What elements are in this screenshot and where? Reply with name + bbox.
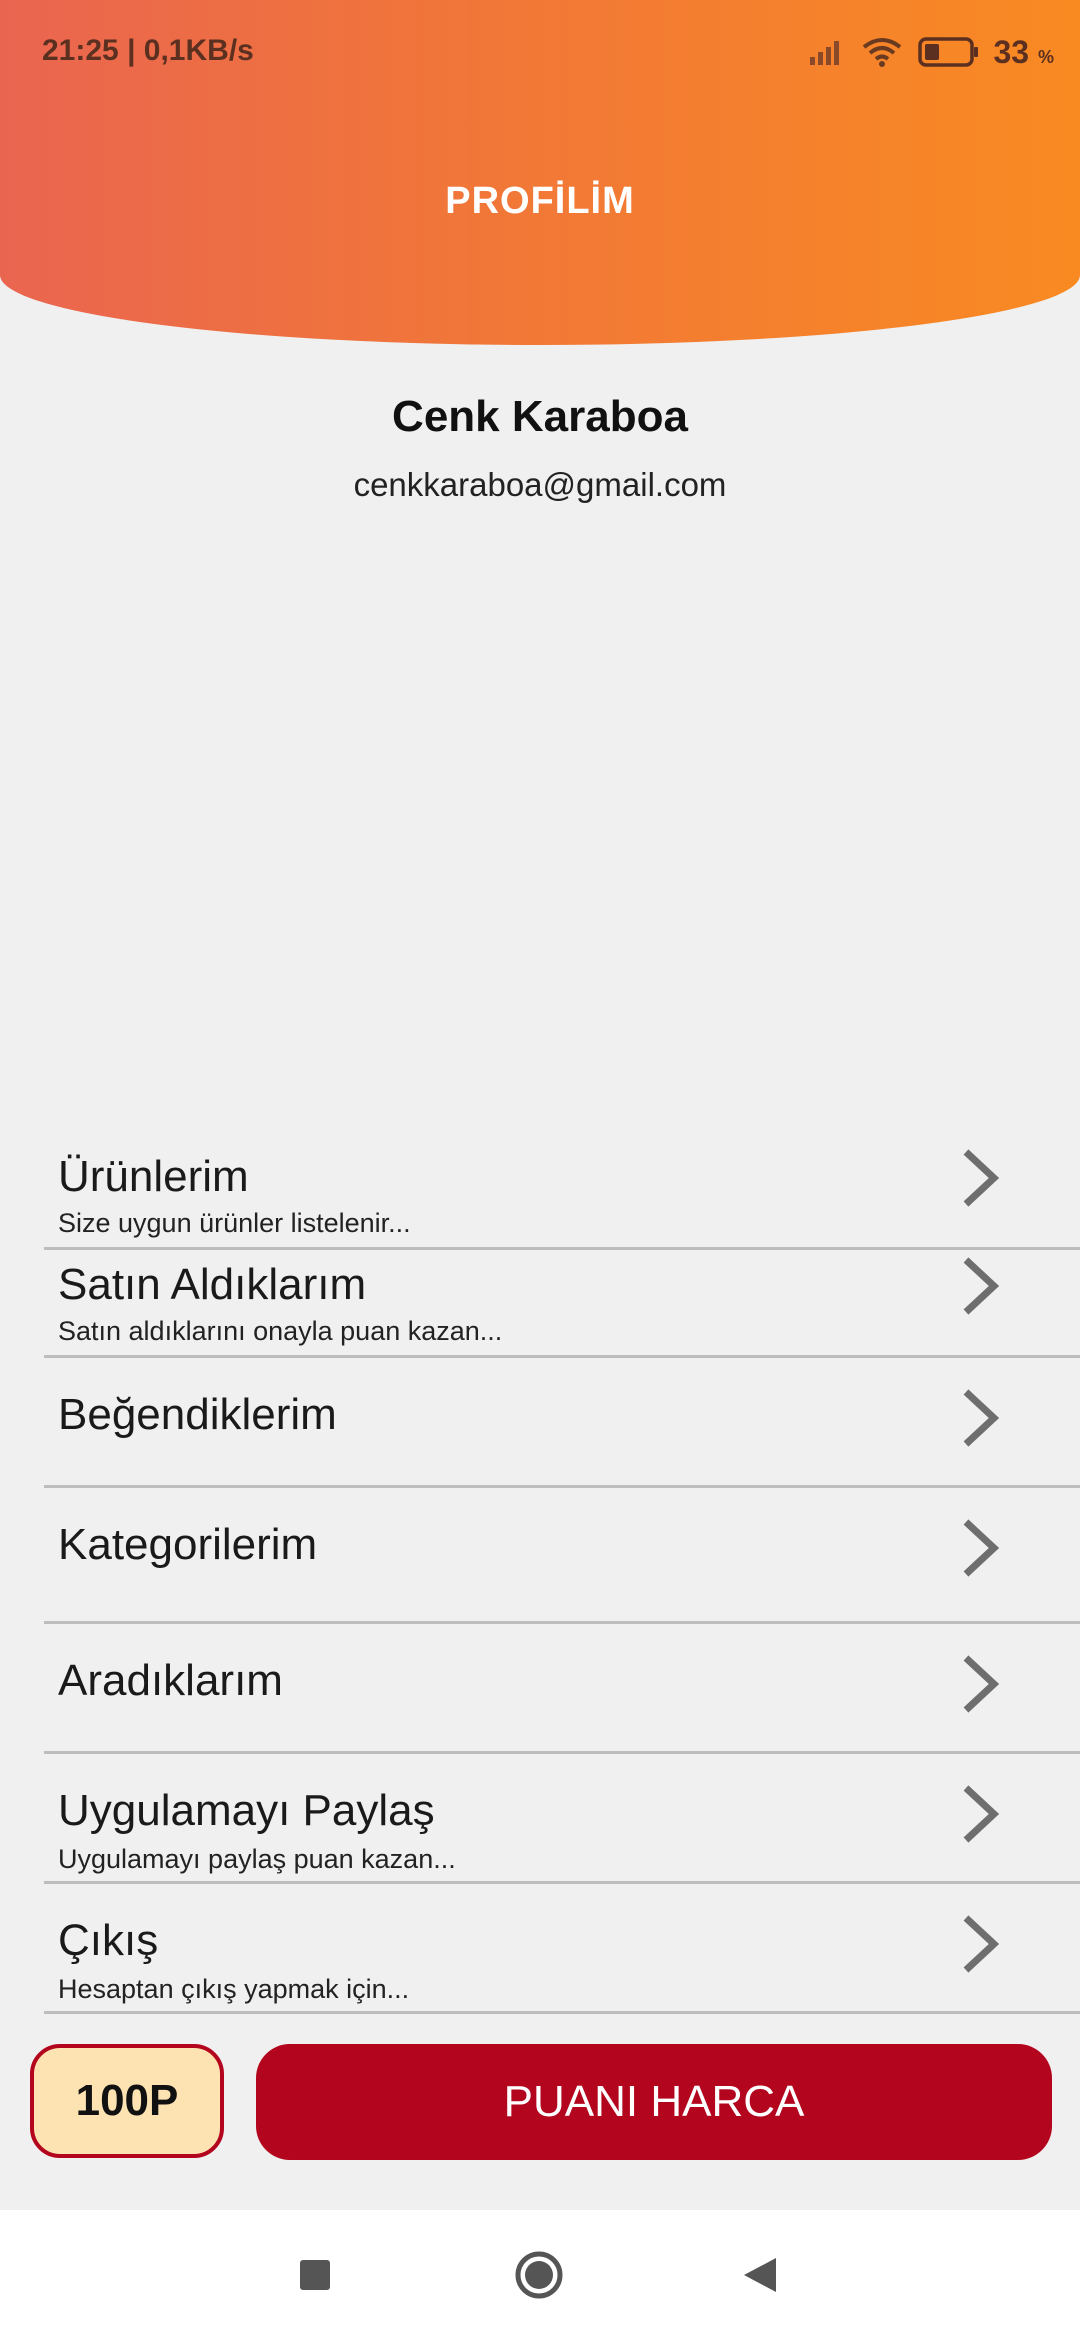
menu-item-title: Ürünlerim [58, 1152, 249, 1201]
battery-unit: % [1037, 46, 1054, 67]
chevron-right-icon [963, 1519, 1000, 1577]
menu-item-searches[interactable]: Aradıklarım [44, 1624, 1080, 1754]
home-circle-icon[interactable] [514, 2250, 564, 2300]
menu-item-logout[interactable]: Çıkış Hesaptan çıkış yapmak için... [44, 1884, 1080, 2014]
chevron-right-icon [963, 1785, 1000, 1843]
points-badge[interactable]: 100P [30, 2044, 224, 2158]
menu-item-title: Aradıklarım [58, 1656, 283, 1705]
chevron-right-icon [963, 1655, 1000, 1713]
menu-item-title: Kategorilerim [58, 1520, 318, 1569]
menu-item-products[interactable]: Ürünlerim Size uygun ürünler listelenir.… [44, 1120, 1080, 1250]
menu-item-subtitle: Hesaptan çıkış yapmak için... [58, 1974, 410, 2004]
menu-item-subtitle: Satın aldıklarını onayla puan kazan... [58, 1316, 503, 1346]
chevron-right-icon [963, 1915, 1000, 1973]
profile-menu: Ürünlerim Size uygun ürünler listelenir.… [0, 1120, 1080, 2014]
battery-level: 33 % [994, 34, 1055, 71]
menu-item-title: Satın Aldıklarım [58, 1260, 367, 1309]
system-nav-bar [0, 2210, 1080, 2340]
menu-item-purchases[interactable]: Satın Aldıklarım Satın aldıklarını onayl… [44, 1250, 1080, 1358]
back-triangle-icon[interactable] [742, 2256, 778, 2294]
menu-item-share-app[interactable]: Uygulamayı Paylaş Uygulamayı paylaş puan… [44, 1754, 1080, 1884]
spend-points-button[interactable]: PUANI HARCA [256, 2044, 1052, 2160]
status-bar: 21:25 | 0,1KB/s 33 % [0, 0, 1080, 100]
menu-item-categories[interactable]: Kategorilerim [44, 1488, 1080, 1624]
battery-percent: 33 [993, 33, 1030, 70]
status-icons: 33 % [808, 30, 1055, 74]
page-title: PROFİLİM [445, 180, 635, 222]
menu-item-title: Çıkış [58, 1916, 159, 1965]
menu-item-subtitle: Size uygun ürünler listelenir... [58, 1208, 411, 1238]
chevron-right-icon [963, 1257, 1000, 1315]
signal-icon [809, 41, 839, 65]
menu-item-favorites[interactable]: Beğendiklerim [44, 1358, 1080, 1488]
header-banner: 21:25 | 0,1KB/s 33 % PROFİLİM [0, 0, 1080, 345]
profile-email: cenkkaraboa@gmail.com [353, 466, 727, 503]
battery-icon [917, 37, 978, 67]
status-time: 21:25 | 0,1KB/s [42, 34, 254, 67]
wifi-icon [862, 38, 901, 67]
menu-item-title: Uygulamayı Paylaş [58, 1786, 435, 1835]
profile-name: Cenk Karaboa [392, 392, 688, 441]
menu-item-subtitle: Uygulamayı paylaş puan kazan... [58, 1844, 456, 1874]
chevron-right-icon [963, 1149, 1000, 1207]
recents-square-icon[interactable] [298, 2258, 332, 2292]
menu-item-title: Beğendiklerim [58, 1390, 337, 1439]
chevron-right-icon [963, 1389, 1000, 1447]
